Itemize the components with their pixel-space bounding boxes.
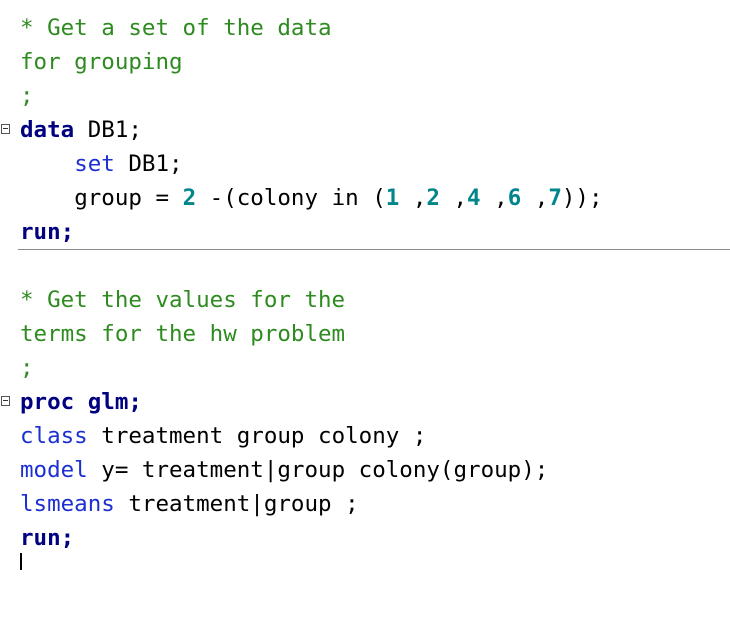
separator-text: , bbox=[439, 185, 468, 211]
comment-text: terms for the hw problem bbox=[20, 321, 346, 347]
model-keyword: model bbox=[20, 457, 88, 483]
number-literal: 7 bbox=[548, 185, 562, 211]
code-line[interactable]: run; bbox=[0, 521, 730, 555]
separator-text: , bbox=[399, 185, 427, 211]
dataset-name: DB1; bbox=[74, 117, 142, 143]
code-line[interactable]: * Get the values for the bbox=[0, 283, 730, 317]
code-line[interactable]: class treatment group colony ; bbox=[0, 419, 730, 453]
class-keyword: class bbox=[20, 423, 88, 449]
set-statement-text: DB1; bbox=[114, 151, 183, 177]
number-literal: 6 bbox=[507, 185, 522, 211]
collapse-icon[interactable] bbox=[1, 396, 10, 406]
lsmeans-keyword: lsmeans bbox=[20, 491, 115, 517]
text-cursor bbox=[20, 553, 22, 570]
code-line[interactable]: * Get a set of the data bbox=[0, 11, 730, 45]
code-line[interactable]: lsmeans treatment|group ; bbox=[0, 487, 730, 521]
closing-text: )); bbox=[561, 185, 603, 211]
expression-text: -(colony in ( bbox=[196, 185, 386, 211]
code-line[interactable]: set DB1; bbox=[0, 147, 730, 181]
code-line[interactable]: group = 2 -(colony in (1 ,2 ,4 ,6 ,7)); bbox=[0, 181, 730, 215]
separator-text: , bbox=[521, 185, 549, 211]
model-statement-text: y= treatment|group colony(group); bbox=[87, 457, 549, 483]
run-statement: run; bbox=[20, 525, 75, 551]
code-line[interactable]: for grouping bbox=[0, 45, 730, 79]
number-literal: 2 bbox=[426, 185, 440, 211]
class-statement-text: treatment group colony ; bbox=[87, 423, 427, 449]
comment-text: * Get a set of the data bbox=[20, 15, 332, 41]
comment-text: for grouping bbox=[20, 49, 183, 75]
comment-terminator: ; bbox=[20, 355, 34, 381]
code-line[interactable]: run; bbox=[0, 215, 730, 249]
comment-terminator: ; bbox=[20, 83, 34, 109]
code-line[interactable]: data DB1; bbox=[0, 113, 730, 147]
code-line[interactable]: proc glm; bbox=[0, 385, 730, 419]
separator-text: , bbox=[480, 185, 508, 211]
number-literal: 1 bbox=[385, 185, 400, 211]
assignment-text: group = bbox=[74, 185, 183, 211]
data-keyword: data bbox=[20, 117, 75, 143]
collapse-icon[interactable] bbox=[1, 124, 10, 134]
comment-text: * Get the values for the bbox=[20, 287, 346, 313]
run-statement: run; bbox=[20, 219, 75, 245]
number-literal: 4 bbox=[467, 185, 481, 211]
set-keyword: set bbox=[74, 151, 115, 177]
code-line[interactable]: ; bbox=[0, 79, 730, 113]
proc-statement: proc glm; bbox=[20, 389, 142, 415]
code-editor[interactable]: * Get a set of the data for grouping ; d… bbox=[0, 0, 730, 570]
code-line[interactable]: ; bbox=[0, 351, 730, 385]
lsmeans-statement-text: treatment|group ; bbox=[114, 491, 359, 517]
number-literal: 2 bbox=[182, 185, 197, 211]
code-line[interactable]: terms for the hw problem bbox=[0, 317, 730, 351]
code-line[interactable]: model y= treatment|group colony(group); bbox=[0, 453, 730, 487]
section-divider bbox=[18, 249, 730, 250]
